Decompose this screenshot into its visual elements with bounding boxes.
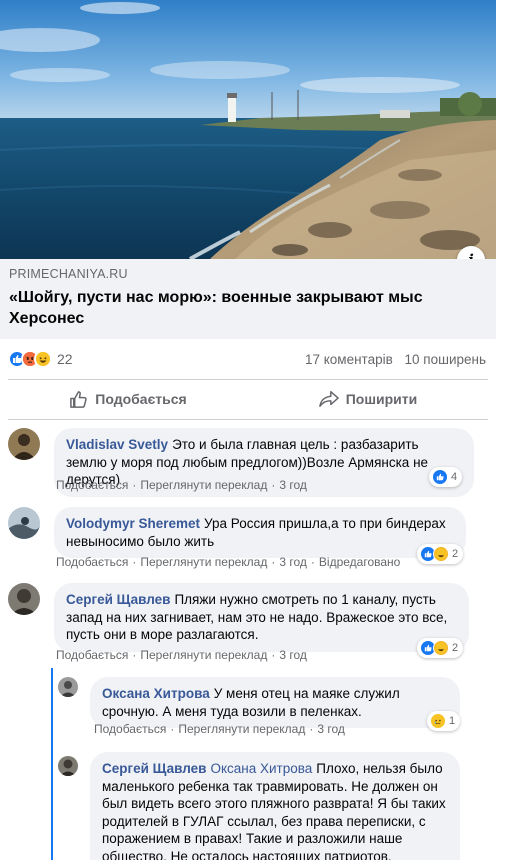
- reaction-count: 22: [57, 351, 73, 367]
- post-actions: Подобається Поширити: [8, 380, 488, 418]
- avatar[interactable]: [8, 428, 40, 460]
- like-link[interactable]: Подобається: [94, 722, 166, 736]
- seashore-photo: [0, 0, 496, 259]
- reaction-summary[interactable]: 22: [8, 350, 73, 368]
- comment-meta: Подобається · Переглянути переклад · 3 год · В…: [56, 555, 401, 569]
- comment-reactions[interactable]: 2: [417, 638, 464, 658]
- translate-link[interactable]: Переглянути переклад: [140, 648, 267, 662]
- avatar[interactable]: [58, 677, 78, 697]
- like-label: Подобається: [95, 391, 187, 407]
- shares-count[interactable]: 10 поширень: [405, 352, 486, 367]
- link-title[interactable]: «Шойгу, пусти нас морю»: военные закрыва…: [9, 287, 487, 329]
- edited-label[interactable]: Відредаговано: [319, 555, 400, 569]
- timestamp[interactable]: 3 год: [279, 478, 307, 492]
- comment-meta: Подобається · Переглянути переклад · 3 год: [56, 648, 307, 662]
- translate-link[interactable]: Переглянути переклад: [140, 555, 267, 569]
- reaction-count: 2: [452, 642, 459, 654]
- haha-icon: [433, 640, 449, 656]
- avatar[interactable]: [8, 507, 40, 539]
- comment-bubble: Сергей Щавлев Оксана Хитрова Плохо, нельзя…: [90, 752, 460, 860]
- like-button[interactable]: Подобається: [8, 380, 248, 418]
- comment-bubble: Оксана Хитрова У меня отец на маяке служи…: [90, 677, 460, 728]
- reply-comment: Оксана Хитрова У меня отец на маяке служи…: [58, 677, 460, 728]
- engagement-counts: 17 коментарів 10 поширень: [305, 352, 486, 367]
- comment-bubble: Сергей Щавлев Пляжи нужно смотреть по 1 к…: [54, 583, 469, 652]
- haha-icon: [34, 350, 52, 368]
- comment-author[interactable]: Сергей Щавлев: [66, 592, 170, 607]
- translate-link[interactable]: Переглянути переклад: [178, 722, 305, 736]
- thumbs-up-icon: [70, 390, 87, 408]
- comment-reactions[interactable]: 1: [427, 711, 461, 731]
- post-image[interactable]: [0, 0, 496, 259]
- reply-thread-line: [51, 668, 53, 860]
- link-domain: PRIMECHANIYA.RU: [9, 267, 128, 281]
- link-preview[interactable]: PRIMECHANIYA.RU «Шойгу, пусти нас морю»:…: [0, 259, 496, 339]
- haha-icon: [433, 546, 449, 562]
- timestamp[interactable]: 3 год: [317, 722, 345, 736]
- comment-meta: Подобається · Переглянути переклад · 3 год: [56, 478, 307, 492]
- like-icon: [432, 469, 448, 485]
- reaction-count: 1: [449, 715, 456, 727]
- comment-meta: Подобається · Переглянути переклад · 3 год: [94, 722, 345, 736]
- avatar[interactable]: [8, 583, 40, 615]
- comment-reactions[interactable]: 4: [429, 467, 463, 487]
- share-button[interactable]: Поширити: [248, 380, 488, 418]
- comment-author[interactable]: Vladislav Svetly: [66, 437, 168, 452]
- reaction-count: 4: [451, 471, 458, 483]
- like-link[interactable]: Подобається: [56, 648, 128, 662]
- timestamp[interactable]: 3 год: [279, 555, 307, 569]
- comment: Volodymyr Sheremet Ура Россия пришла,а то…: [8, 507, 466, 558]
- comments-count[interactable]: 17 коментарів: [305, 352, 393, 367]
- reaction-count: 2: [452, 548, 459, 560]
- translate-link[interactable]: Переглянути переклад: [140, 478, 267, 492]
- avatar[interactable]: [58, 756, 78, 776]
- comment-bubble: Volodymyr Sheremet Ура Россия пришла,а то…: [54, 507, 466, 558]
- share-label: Поширити: [345, 391, 418, 407]
- sad-icon: [430, 713, 446, 729]
- reply-comment: Сергей Щавлев Оксана Хитрова Плохо, нельзя…: [58, 752, 460, 860]
- like-link[interactable]: Подобається: [56, 555, 128, 569]
- comment-author[interactable]: Сергей Щавлев: [102, 761, 206, 776]
- comment-author[interactable]: Оксана Хитрова: [102, 686, 210, 701]
- like-link[interactable]: Подобається: [56, 478, 128, 492]
- divider: [8, 419, 488, 420]
- comment: Сергей Щавлев Пляжи нужно смотреть по 1 к…: [8, 583, 469, 652]
- post-stats: 22 17 коментарів 10 поширень: [0, 339, 496, 379]
- comment-author[interactable]: Volodymyr Sheremet: [66, 516, 200, 531]
- timestamp[interactable]: 3 год: [279, 648, 307, 662]
- comment-mention[interactable]: Оксана Хитрова: [210, 761, 312, 776]
- share-icon: [318, 391, 339, 407]
- comment-reactions[interactable]: 2: [417, 544, 464, 564]
